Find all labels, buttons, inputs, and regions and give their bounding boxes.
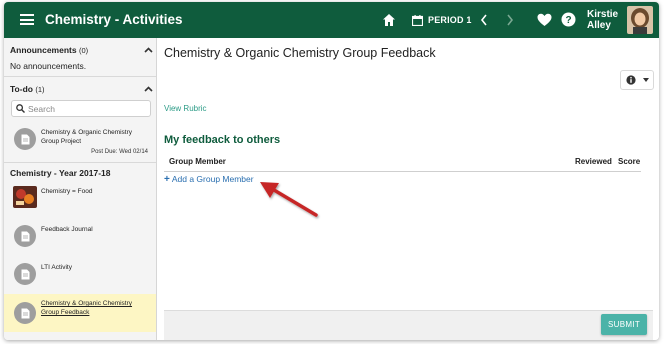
todo-item[interactable]: Chemistry & Organic Chemistry Group Proj… — [4, 124, 156, 160]
food-thumbnail — [13, 186, 37, 208]
help-icon[interactable]: ? — [561, 12, 576, 27]
document-icon — [14, 225, 36, 247]
todo-count: (1) — [35, 85, 45, 94]
add-group-member-label: Add a Group Member — [171, 174, 254, 184]
info-menu-button[interactable] — [620, 70, 654, 90]
todo-item-due: Post Due: Wed 02/14 — [91, 149, 148, 155]
divider — [4, 162, 156, 163]
user-name[interactable]: Kirstie Alley — [587, 9, 618, 31]
submit-button[interactable]: SUBMIT — [601, 314, 647, 335]
app-window: Chemistry - Activities PERIOD 1 ? Kirsti… — [4, 2, 659, 340]
calendar-icon — [412, 14, 423, 26]
footer-bar — [164, 310, 653, 340]
todo-item-label: Chemistry & Organic Chemistry Group Proj… — [41, 129, 133, 145]
chevron-right-icon[interactable] — [505, 13, 515, 27]
chevron-left-icon[interactable] — [479, 13, 489, 27]
page-title: Chemistry & Organic Chemistry Group Feed… — [164, 46, 436, 60]
divider — [4, 76, 156, 77]
annotation-arrow — [260, 182, 318, 217]
column-header-reviewed: Reviewed — [575, 157, 612, 166]
home-icon[interactable] — [382, 13, 396, 27]
chevron-up-icon[interactable] — [144, 47, 153, 53]
announcements-header[interactable]: Announcements (0) — [10, 45, 88, 55]
avatar[interactable] — [627, 6, 653, 34]
course-item-label: Feedback Journal — [41, 226, 93, 233]
plus-icon: + — [164, 174, 170, 185]
search-box — [11, 100, 151, 117]
course-item-label: LTI Activity — [41, 264, 72, 271]
table-divider — [164, 171, 641, 172]
menu-icon[interactable] — [20, 14, 34, 25]
announcements-count: (0) — [78, 46, 89, 55]
svg-text:?: ? — [565, 15, 571, 26]
course-item-label: Chemistry & Organic Chemistry Group Feed… — [41, 300, 133, 316]
period-selector[interactable]: PERIOD 1 — [412, 11, 472, 29]
course-item-group-feedback[interactable]: Chemistry & Organic Chemistry Group Feed… — [4, 294, 156, 332]
add-group-member-link[interactable]: + Add a Group Member — [164, 174, 254, 185]
app-title: Chemistry - Activities — [45, 12, 183, 27]
sidebar: Announcements (0) No announcements. To-d… — [4, 38, 157, 340]
search-icon — [16, 104, 25, 113]
heart-icon[interactable] — [537, 13, 552, 27]
chevron-up-icon[interactable] — [144, 86, 153, 92]
column-header-group-member: Group Member — [169, 157, 226, 166]
main-content: Chemistry & Organic Chemistry Group Feed… — [158, 38, 659, 340]
course-item-lti-activity[interactable]: LTI Activity — [4, 261, 156, 289]
course-item-chemistry-food[interactable]: Chemistry = Food — [4, 184, 156, 214]
document-icon — [14, 302, 36, 324]
section-title: My feedback to others — [164, 134, 281, 146]
document-icon — [14, 263, 36, 285]
column-header-score: Score — [618, 157, 641, 166]
course-item-feedback-journal[interactable]: Feedback Journal — [4, 223, 156, 251]
search-input[interactable] — [28, 103, 138, 114]
view-rubric-link[interactable]: View Rubric — [164, 104, 207, 113]
course-item-label: Chemistry = Food — [41, 188, 93, 195]
no-announcements-text: No announcements. — [10, 61, 87, 71]
info-icon — [625, 75, 636, 85]
caret-down-icon — [642, 78, 649, 82]
top-navigation-bar: Chemistry - Activities PERIOD 1 ? Kirsti… — [4, 2, 659, 38]
document-icon — [14, 128, 36, 150]
course-header: Chemistry - Year 2017-18 — [10, 168, 111, 178]
period-label: PERIOD 1 — [428, 15, 472, 25]
todo-header[interactable]: To-do (1) — [10, 84, 45, 94]
